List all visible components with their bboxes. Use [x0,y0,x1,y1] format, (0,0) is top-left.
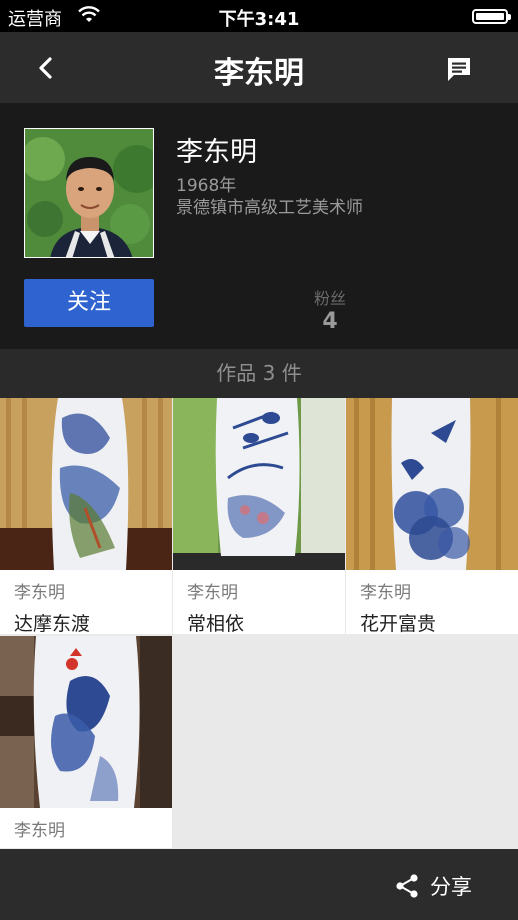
status-bar: 运营商 下午3:41 [0,0,518,32]
page-title: 李东明 [214,56,304,91]
bottom-bar: 分享 [0,849,518,920]
fans-count: 4 [322,309,338,334]
work-title: 花开富贵 [360,613,437,635]
avatar [24,128,154,258]
work-image [346,398,518,570]
work-image [0,636,172,808]
work-artist: 李东明 [360,583,411,603]
work-image [0,398,172,570]
work-image [173,398,345,570]
share-label: 分享 [430,875,472,899]
work-card[interactable]: 李东明 [0,636,172,848]
nav-bar: 李东明 [0,32,518,103]
follow-button[interactable]: 关注 [24,279,154,327]
work-artist: 李东明 [187,583,238,603]
work-artist: 李东明 [14,821,65,841]
work-title: 常相依 [187,613,245,635]
work-card[interactable]: 李东明 常相依 [173,398,345,635]
status-time: 下午3:41 [218,9,300,30]
fans-label: 粉丝 [313,289,346,308]
work-card[interactable]: 李东明 达摩东渡 [0,398,172,635]
work-artist: 李东明 [14,583,65,603]
message-button[interactable] [444,54,474,84]
works-count-header: 作品 3 件 [0,349,518,398]
artist-name: 李东明 [176,137,257,168]
battery-icon [472,9,511,24]
share-icon [396,874,418,898]
work-card[interactable]: 李东明 花开富贵 [346,398,518,635]
artist-profile: 李东明 1968年 景德镇市高级工艺美术师 关注 粉丝 4 [0,103,518,349]
artist-title: 景德镇市高级工艺美术师 [176,198,363,218]
message-icon [448,58,470,81]
work-title: 达摩东渡 [14,613,91,635]
